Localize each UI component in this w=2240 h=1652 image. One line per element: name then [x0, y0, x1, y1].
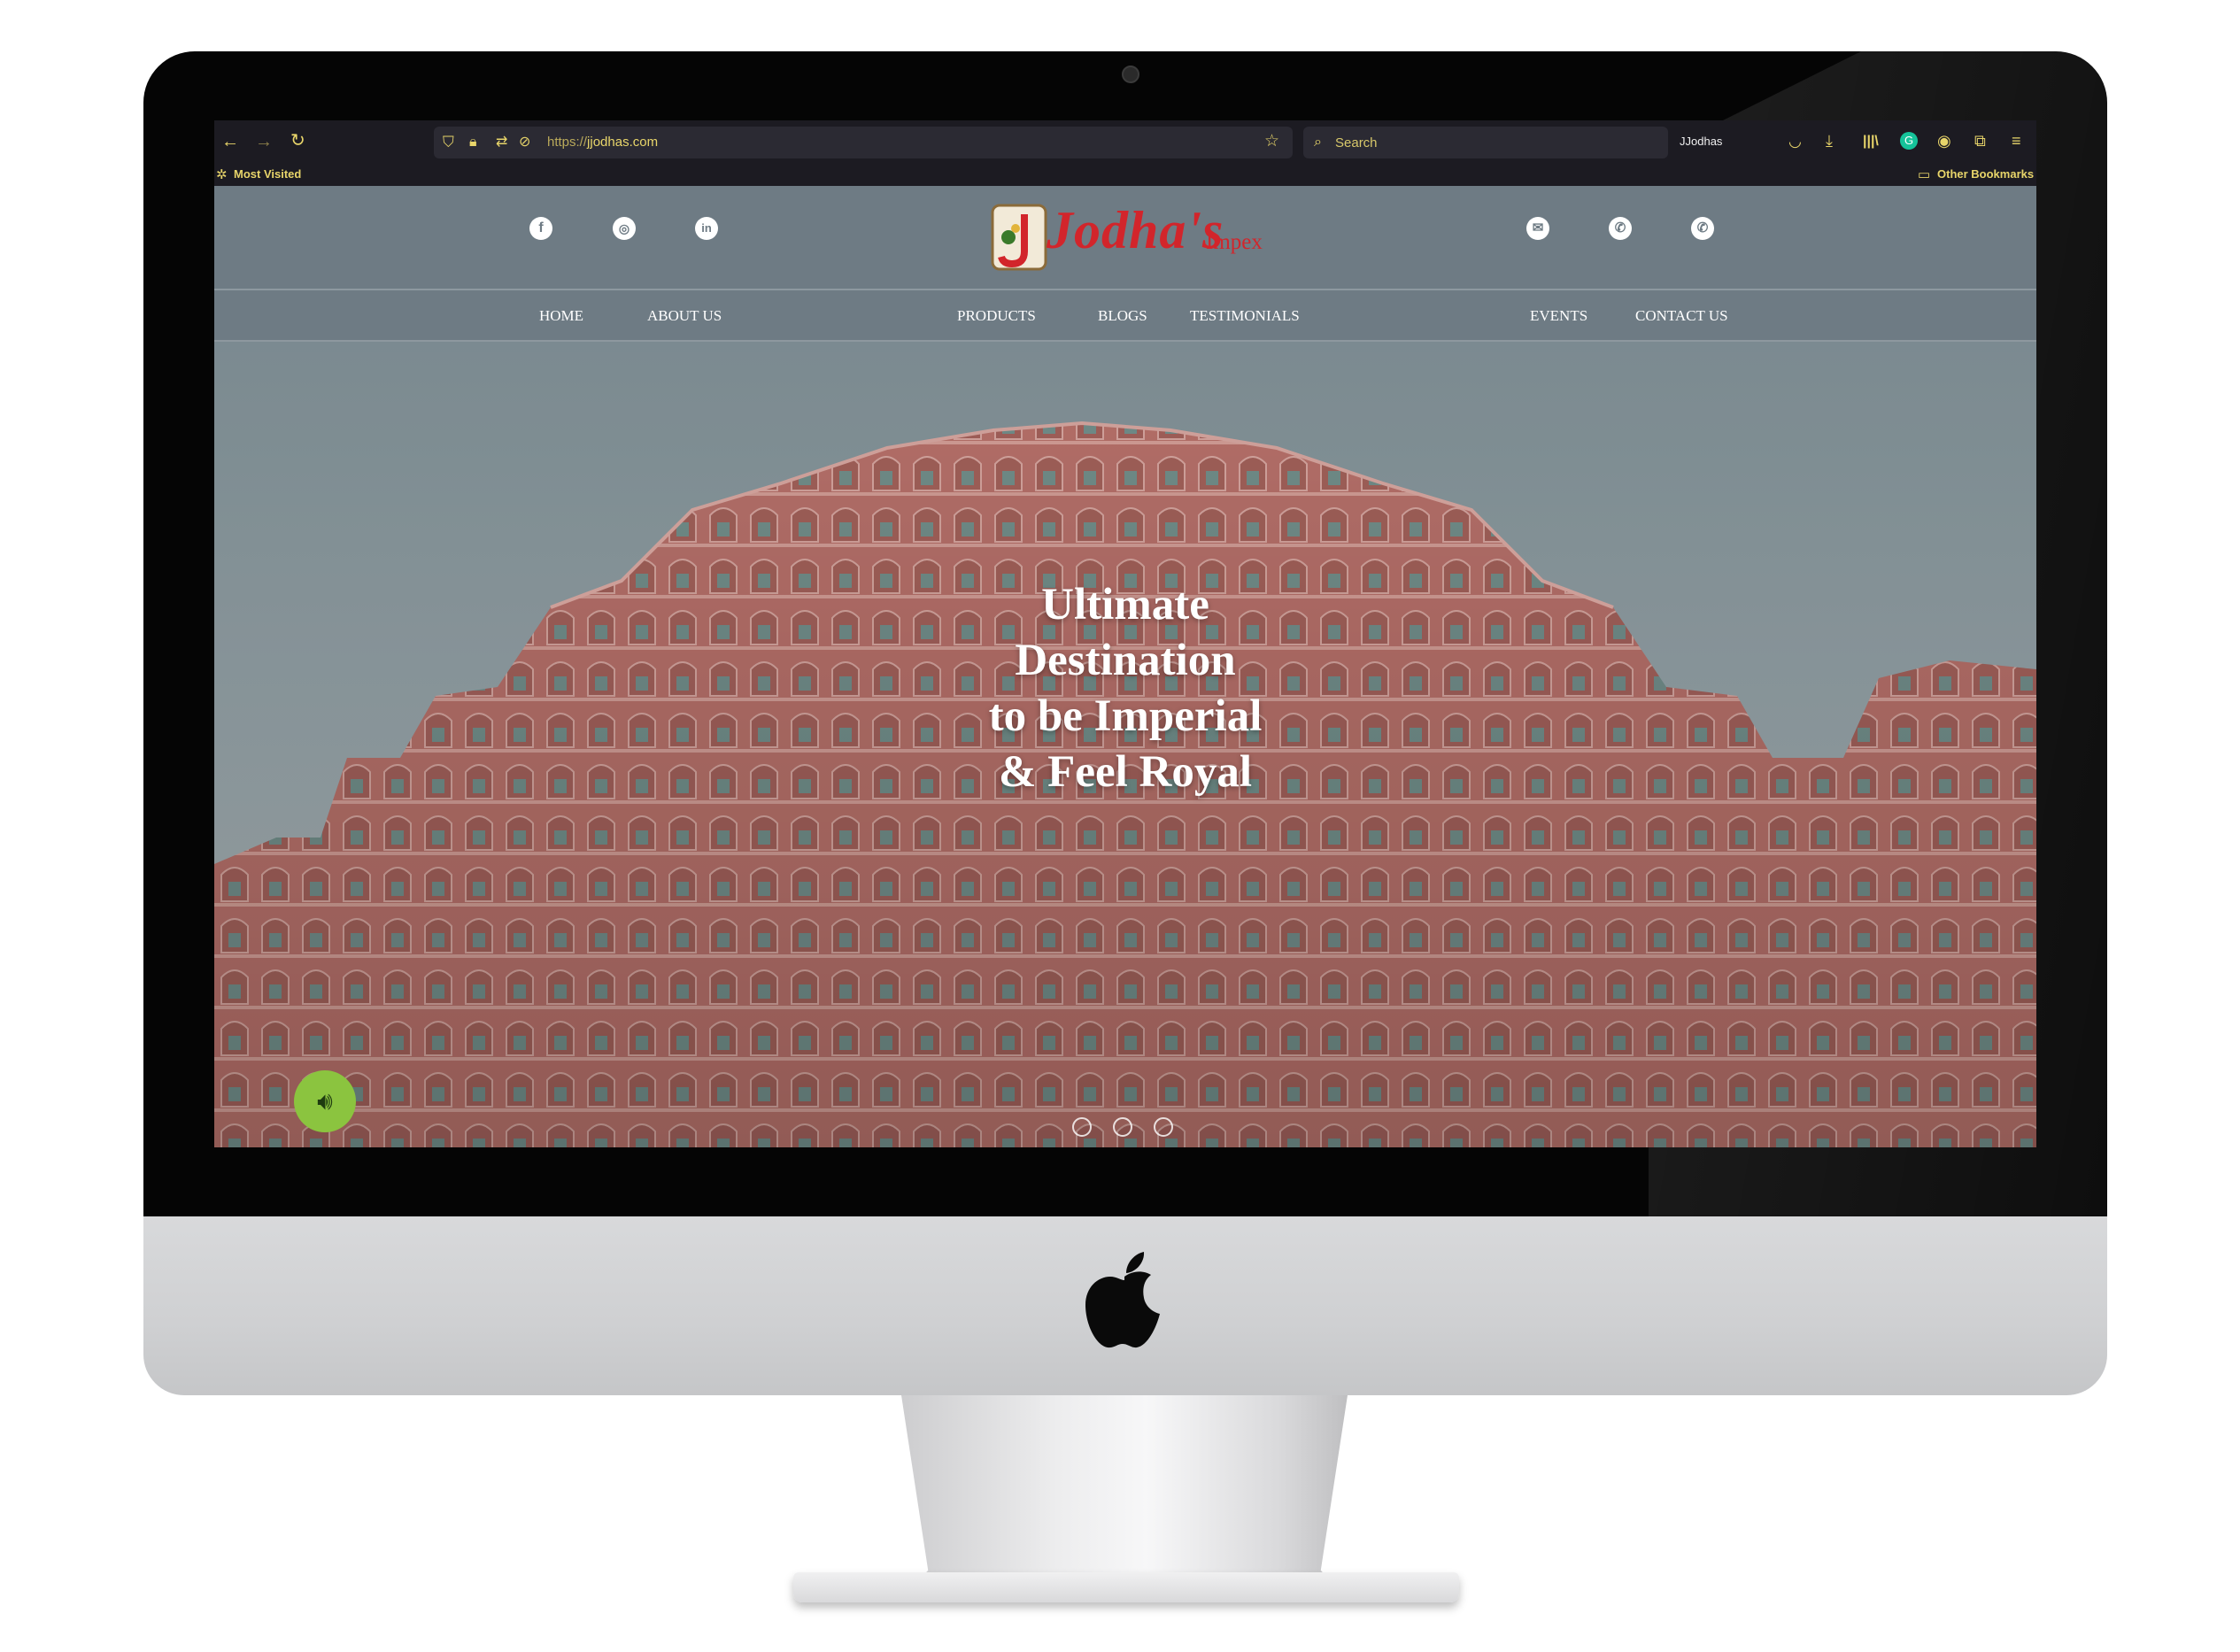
instagram-icon[interactable]: ◎ [613, 217, 636, 240]
back-icon[interactable]: ← [221, 133, 239, 151]
hero-line-2: Destination [1015, 636, 1236, 685]
site-logo[interactable]: Jodha's Impex [989, 195, 1281, 276]
extensions-icon[interactable]: ⧉ [1974, 132, 1986, 150]
nav-testimonials[interactable]: TESTIMONIALS [1190, 307, 1300, 325]
site-header: f ◎ in Jodha's Impex ✉ ✆ ✆ HOME ABOUT US… [214, 186, 2036, 342]
header-divider-top [214, 289, 2036, 290]
search-bar[interactable]: ⌕ Search [1303, 127, 1668, 158]
permissions-icon[interactable]: ⇄ [496, 134, 507, 151]
lock-icon[interactable]: 🔒︎ [469, 134, 477, 151]
profile-name[interactable]: JJodhas [1680, 135, 1722, 148]
phone-icon[interactable]: ✆ [1609, 217, 1632, 240]
monitor-stand [901, 1395, 1348, 1599]
hero-title: Ultimate Destination to be Imperial & Fe… [860, 577, 1391, 800]
account-icon[interactable]: ◉ [1937, 132, 1951, 150]
nav-contact-us[interactable]: CONTACT US [1635, 307, 1728, 325]
tracking-protection-icon[interactable]: ⊘ [519, 134, 530, 151]
logo-wordmark: Jodha's [1047, 201, 1224, 259]
search-placeholder[interactable]: Search [1335, 135, 1378, 151]
folder-icon: ▭ [1918, 167, 1931, 182]
shield-icon[interactable]: ⛉ [443, 134, 454, 151]
logo-emblem-icon [991, 204, 1047, 271]
apple-logo-icon [1085, 1252, 1160, 1348]
facebook-icon[interactable]: f [529, 217, 552, 240]
webcam [1122, 66, 1139, 83]
search-icon: ⌕ [1314, 135, 1322, 150]
bookmark-most-visited[interactable]: Most Visited [234, 167, 301, 181]
slider-dot-2[interactable] [1113, 1117, 1132, 1137]
hero-section: Ultimate Destination to be Imperial & Fe… [214, 342, 2036, 1147]
speaker-icon: 🔊︎ [317, 1087, 333, 1115]
forward-icon[interactable]: → [255, 133, 273, 151]
gear-icon: ✲ [216, 167, 228, 182]
header-divider-bottom [214, 340, 2036, 342]
email-icon[interactable]: ✉ [1526, 217, 1549, 240]
reload-icon[interactable]: ↻ [290, 132, 305, 150]
linkedin-icon[interactable]: in [695, 217, 718, 240]
nav-events[interactable]: EVENTS [1530, 307, 1587, 325]
hero-line-3: to be Imperial [988, 691, 1263, 741]
screen: ← → ↻ ⛉ 🔒︎ ⇄ ⊘ https://jjodhas.com ☆ ⌕ S… [214, 120, 2036, 1147]
monitor-stand-base [793, 1572, 1459, 1602]
hero-line-1: Ultimate [1041, 580, 1209, 629]
logo-subtitle: Impex [1206, 230, 1263, 254]
sound-toggle-button[interactable]: 🔊︎ [294, 1070, 356, 1132]
nav-about-us[interactable]: ABOUT US [647, 307, 722, 325]
slider-dot-1[interactable] [1072, 1117, 1092, 1137]
grammarly-icon[interactable]: G [1900, 132, 1918, 150]
url-bar[interactable]: ⛉ 🔒︎ ⇄ ⊘ https://jjodhas.com ☆ [434, 127, 1293, 158]
nav-blogs[interactable]: BLOGS [1098, 307, 1147, 325]
slider-dot-3[interactable] [1154, 1117, 1173, 1137]
library-icon[interactable]: |||\ [1863, 133, 1879, 151]
download-icon[interactable]: ⤓ [1826, 132, 1833, 150]
pocket-icon[interactable]: ◡ [1788, 133, 1802, 151]
bookmark-other[interactable]: Other Bookmarks [1937, 167, 2034, 181]
nav-home[interactable]: HOME [539, 307, 583, 325]
url-text[interactable]: https://jjodhas.com [547, 135, 658, 150]
bookmarks-bar: ✲ Most Visited ▭ Other Bookmarks [214, 163, 2036, 187]
menu-icon[interactable]: ≡ [2012, 132, 2021, 150]
browser-toolbar: ← → ↻ ⛉ 🔒︎ ⇄ ⊘ https://jjodhas.com ☆ ⌕ S… [214, 120, 2036, 163]
website: Ultimate Destination to be Imperial & Fe… [214, 186, 2036, 1147]
whatsapp-icon[interactable]: ✆ [1691, 217, 1714, 240]
hero-line-4: & Feel Royal [998, 747, 1253, 797]
nav-products[interactable]: PRODUCTS [957, 307, 1036, 325]
bookmark-star-icon[interactable]: ☆ [1264, 133, 1279, 151]
